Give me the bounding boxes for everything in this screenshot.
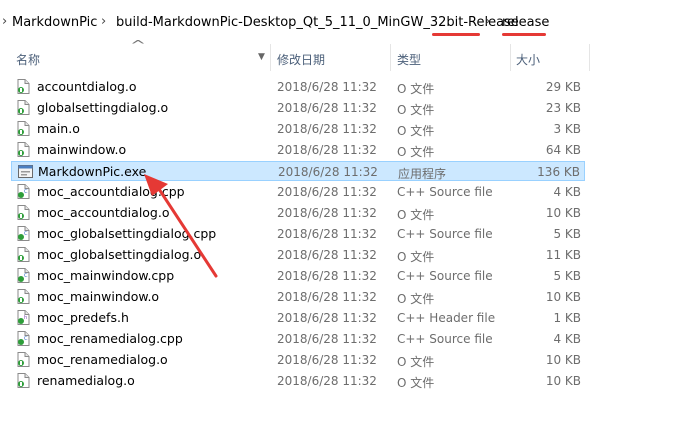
- annotation-arrow: [144, 174, 218, 278]
